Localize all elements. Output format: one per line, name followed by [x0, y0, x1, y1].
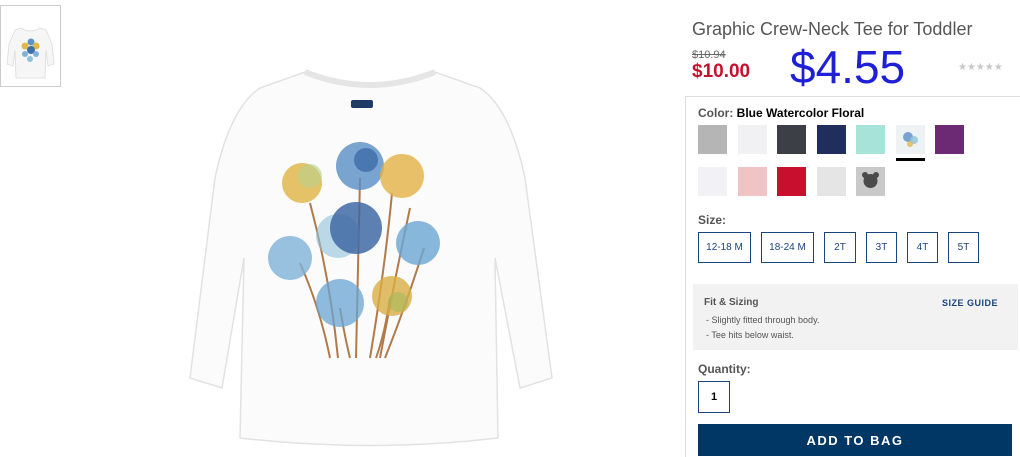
color-swatch-white-2[interactable]: [698, 167, 727, 196]
color-swatch-red[interactable]: [777, 167, 806, 196]
size-option-12-18m[interactable]: 12-18 M: [698, 232, 751, 263]
product-hero-image: [189, 69, 553, 447]
promo-price: $4.55: [790, 41, 906, 93]
sale-price: $10.00: [692, 61, 751, 82]
floral-swatch-icon: [896, 125, 925, 154]
original-price: $10.94: [692, 49, 726, 61]
size-option-3t[interactable]: 3T: [866, 232, 897, 263]
thumbnail-image: [6, 27, 55, 79]
size-option-4t[interactable]: 4T: [907, 232, 938, 263]
color-swatch-light-pink[interactable]: [738, 167, 767, 196]
size-guide-link[interactable]: SIZE GUIDE: [942, 298, 998, 308]
product-thumbnail[interactable]: [0, 5, 61, 87]
size-option-18-24m[interactable]: 18-24 M: [761, 232, 814, 263]
quantity-label: Quantity:: [698, 362, 751, 376]
color-swatch-white[interactable]: [738, 125, 767, 154]
size-option-5t[interactable]: 5T: [948, 232, 979, 263]
size-option-2t[interactable]: 2T: [824, 232, 856, 263]
color-swatch-mint[interactable]: [856, 125, 885, 154]
size-label: Size:: [698, 213, 727, 227]
fit-line-2: - Tee hits below waist.: [706, 330, 794, 340]
product-title: Graphic Crew-Neck Tee for Toddler: [692, 19, 973, 39]
color-swatch-charcoal[interactable]: [777, 125, 806, 154]
selected-swatch-indicator: [896, 158, 925, 161]
fit-sizing-title: Fit & Sizing: [704, 297, 759, 308]
selected-color-name: Blue Watercolor Floral: [736, 106, 865, 120]
rating-stars-icon[interactable]: ★★★★★: [958, 62, 1003, 73]
quantity-input[interactable]: 1: [698, 381, 730, 413]
add-to-bag-button[interactable]: ADD TO BAG: [698, 424, 1012, 456]
color-label: Color: Blue Watercolor Floral: [698, 106, 864, 120]
fit-line-1: - Slightly fitted through body.: [706, 315, 820, 325]
animal-graphic-icon: [856, 167, 885, 196]
color-swatch-navy[interactable]: [817, 125, 846, 154]
color-swatch-purple[interactable]: [935, 125, 964, 154]
color-swatch-blue-watercolor-floral[interactable]: [896, 125, 925, 154]
color-swatch-light-gray[interactable]: [817, 167, 846, 196]
purchase-panel: [685, 96, 1020, 457]
color-label-text: Color:: [698, 106, 734, 120]
color-swatch-gray-graphic[interactable]: [856, 167, 885, 196]
color-swatch-heather-gray[interactable]: [698, 125, 727, 154]
